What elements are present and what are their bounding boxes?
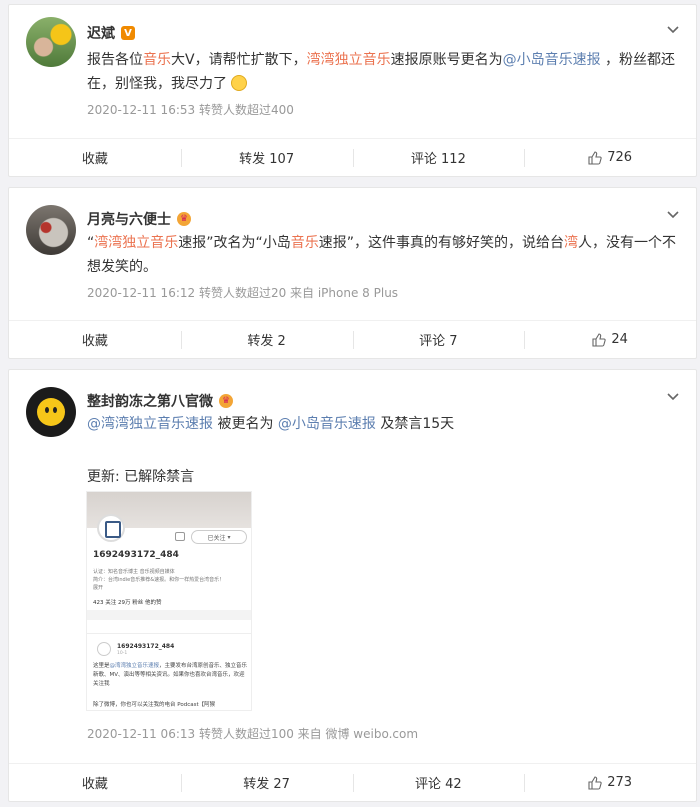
collect-label: 收藏 <box>81 334 108 349</box>
smile-emoji-icon <box>231 75 248 91</box>
post-author: 1692493172_484 <box>117 643 175 650</box>
keyword-highlight[interactable]: 湾湾独立音乐 <box>94 235 178 251</box>
post-footer: 除了微博，你也可以关注我的电台 Podcast【阿猴 <box>93 702 216 708</box>
like-count: 24 <box>611 332 628 347</box>
verified-v-badge-icon: V <box>121 26 135 40</box>
follow-state-button: 已关注 ▾ <box>191 530 247 544</box>
like-button[interactable]: 726 <box>524 139 696 176</box>
comment-button[interactable]: 评论 112 <box>352 139 525 176</box>
post-text: @湾湾独立音乐速报 被更名为 @小岛音乐速报 及禁言15天 <box>87 412 677 436</box>
author-name[interactable]: 迟斌 V <box>87 23 135 43</box>
chevron-down-icon[interactable] <box>666 210 680 220</box>
post-meta[interactable]: 2020-12-11 16:53 转赞人数超过400 <box>87 101 294 118</box>
repost-label: 转发 2 <box>247 334 286 349</box>
post-text-segment: 被更名为 <box>213 416 278 432</box>
post-text-segment: 速报”改名为“小岛 <box>178 235 291 251</box>
collect-button[interactable]: 收藏 <box>9 139 181 176</box>
thumbs-up-icon <box>588 775 602 790</box>
comment-button[interactable]: 评论 7 <box>352 321 525 358</box>
mention-link[interactable]: @湾湾独立音乐速报 <box>87 416 213 432</box>
like-count: 273 <box>607 775 633 790</box>
collect-label: 收藏 <box>81 777 108 792</box>
profile-tabbar <box>87 610 251 620</box>
post-meta[interactable]: 2020-12-11 16:12 转赞人数超过20 来自 iPhone 8 Pl… <box>87 284 398 301</box>
collect-button[interactable]: 收藏 <box>9 321 181 358</box>
chevron-down-icon[interactable] <box>666 392 680 402</box>
author-name[interactable]: 整封韵冻之第八官微 ♛ <box>87 391 233 411</box>
repost-button[interactable]: 转发 2 <box>180 321 353 358</box>
message-icon <box>175 532 185 541</box>
weibo-post-card: 月亮与六便士 ♛ “湾湾独立音乐速报”改名为“小岛音乐速报”，这件事真的有够好笑… <box>8 187 697 359</box>
comment-label: 评论 42 <box>415 777 462 792</box>
comment-button[interactable]: 评论 42 <box>352 764 525 801</box>
repost-label: 转发 27 <box>243 777 290 792</box>
avatar[interactable] <box>26 205 76 255</box>
body-mention: @湾湾独立音乐速报 <box>109 663 160 669</box>
collect-button[interactable]: 收藏 <box>9 764 181 801</box>
repost-label: 转发 107 <box>239 152 295 167</box>
post-text-segment: 速报原账号更名为 <box>390 52 503 68</box>
action-bar: 收藏 转发 107 评论 112 726 <box>9 138 696 176</box>
profile-stats: 423 关注 29万 粉丝 他的赞 <box>93 600 162 606</box>
profile-verification: 认证：知名音乐博主 音乐视频自媒体 <box>93 569 175 575</box>
profile-avatar <box>97 514 125 542</box>
mention-link[interactable]: @小岛音乐速报 <box>503 52 601 68</box>
follow-label: 已关注 <box>207 534 226 542</box>
thumbs-up-icon <box>592 332 607 347</box>
comment-label: 评论 7 <box>419 334 458 349</box>
keyword-highlight[interactable]: 湾 <box>564 235 578 251</box>
action-bar: 收藏 转发 27 评论 42 273 <box>9 763 696 801</box>
profile-subbar <box>87 624 251 634</box>
post-text: “湾湾独立音乐速报”改名为“小岛音乐速报”，这件事真的有够好笑的，说给台湾人，没… <box>87 231 677 279</box>
post-text-segment: 及禁言15天 <box>375 416 455 432</box>
author-name[interactable]: 月亮与六便士 ♛ <box>87 209 191 229</box>
comment-label: 评论 112 <box>410 152 466 167</box>
post-avatar <box>97 642 111 656</box>
post-text-segment: 大V，请帮忙扩散下， <box>171 52 307 68</box>
crown-badge-icon: ♛ <box>177 212 191 226</box>
author-name-text[interactable]: 迟斌 <box>87 23 115 43</box>
repost-button[interactable]: 转发 107 <box>180 139 353 176</box>
post-body: 这里是@湾湾独立音乐速报，主要发布台湾原创音乐、独立音乐新歌、MV、演出等等相关… <box>93 662 249 689</box>
weibo-post-card: 整封韵冻之第八官微 ♛ @湾湾独立音乐速报 被更名为 @小岛音乐速报 及禁言15… <box>8 369 697 802</box>
profile-bio: 简介：台湾indie音乐推荐&速报。和你一样热爱台湾音乐！ <box>93 577 225 583</box>
chick-face-icon <box>37 398 65 426</box>
author-name-text[interactable]: 月亮与六便士 <box>87 209 171 229</box>
avatar[interactable] <box>26 387 76 437</box>
thumbs-up-icon <box>588 150 602 165</box>
keyword-highlight[interactable]: 音乐 <box>291 235 319 251</box>
chevron-down-icon[interactable] <box>666 25 680 35</box>
post-text: 报告各位音乐大V，请帮忙扩散下，湾湾独立音乐速报原账号更名为@小岛音乐速报 ，粉… <box>87 48 677 96</box>
mention-link[interactable]: @小岛音乐速报 <box>278 416 376 432</box>
collect-label: 收藏 <box>81 152 108 167</box>
like-button[interactable]: 273 <box>524 764 696 801</box>
post-meta[interactable]: 2020-12-11 06:13 转赞人数超过100 来自 微博 weibo.c… <box>87 725 418 742</box>
crown-badge-icon: ♛ <box>219 394 233 408</box>
repost-button[interactable]: 转发 27 <box>180 764 353 801</box>
like-count: 726 <box>607 150 633 165</box>
body-text: 这里是 <box>93 663 110 669</box>
attached-screenshot-image[interactable]: 已关注 ▾ 1692493172_484 认证：知名音乐博主 音乐视频自媒体 简… <box>86 491 252 711</box>
author-name-text[interactable]: 整封韵冻之第八官微 <box>87 391 213 411</box>
keyword-highlight[interactable]: 音乐 <box>143 52 171 68</box>
action-bar: 收藏 转发 2 评论 7 24 <box>9 320 696 358</box>
profile-name: 1692493172_484 <box>93 550 179 560</box>
keyword-highlight[interactable]: 湾湾独立音乐 <box>307 52 391 68</box>
post-text-segment: 速报”，这件事真的有够好笑的，说给台 <box>318 235 565 251</box>
like-button[interactable]: 24 <box>524 321 696 358</box>
profile-expand: 展开 <box>93 585 104 591</box>
update-note: 更新: 已解除禁言 <box>87 469 195 485</box>
weibo-post-card: 迟斌 V 报告各位音乐大V，请帮忙扩散下，湾湾独立音乐速报原账号更名为@小岛音乐… <box>8 4 697 177</box>
post-text-segment: 报告各位 <box>87 52 143 68</box>
post-date: 10-1 <box>117 651 128 656</box>
avatar[interactable] <box>26 17 76 67</box>
